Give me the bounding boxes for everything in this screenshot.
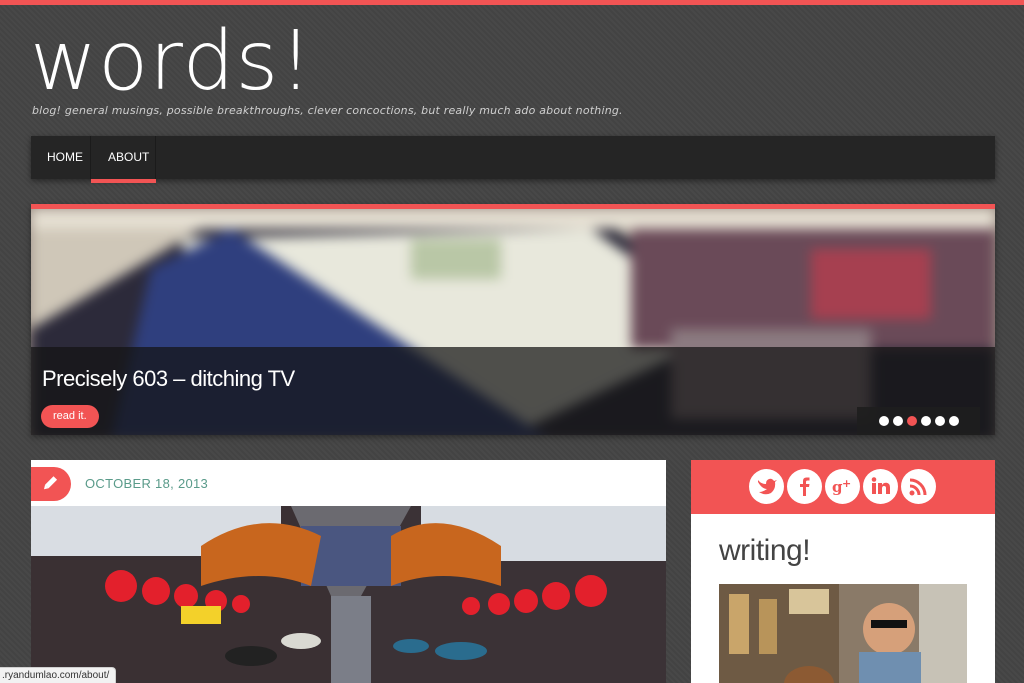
slider-pagination <box>857 407 980 435</box>
slider-dot[interactable] <box>879 416 889 426</box>
facebook-icon[interactable] <box>787 469 822 504</box>
widget-title: writing! <box>719 534 811 567</box>
pencil-icon <box>43 476 58 490</box>
slider-dot[interactable] <box>949 416 959 426</box>
widget-photo[interactable] <box>719 584 967 683</box>
top-accent-bar <box>0 0 1024 5</box>
read-it-button[interactable]: read it. <box>41 405 99 428</box>
slider-dot[interactable] <box>921 416 931 426</box>
site-title[interactable]: words! <box>30 16 313 108</box>
main-nav: Home About <box>31 136 995 179</box>
post-card: OCTOBER 18, 2013 <box>31 460 666 683</box>
social-links: g + <box>691 460 995 514</box>
site-tagline: blog! general musings, possible breakthr… <box>32 104 623 117</box>
linkedin-icon[interactable] <box>863 469 898 504</box>
svg-text:+: + <box>842 477 851 490</box>
twitter-icon[interactable] <box>749 469 784 504</box>
google-plus-icon[interactable]: g + <box>825 469 860 504</box>
slider-dot[interactable] <box>893 416 903 426</box>
slider-dot[interactable] <box>935 416 945 426</box>
slide-title[interactable]: Precisely 603 – ditching TV <box>42 366 295 392</box>
nav-item-about[interactable]: About <box>92 136 156 179</box>
status-bar-url: .ryandumlao.com/about/ <box>0 667 117 683</box>
post-date: OCTOBER 18, 2013 <box>85 476 209 491</box>
featured-slider[interactable]: Precisely 603 – ditching TV read it. <box>31 204 995 435</box>
slider-dot-active[interactable] <box>907 416 917 426</box>
post-featured-image[interactable] <box>31 506 666 683</box>
rss-icon[interactable] <box>901 469 936 504</box>
post-format-badge[interactable] <box>31 467 71 501</box>
nav-active-indicator <box>91 179 156 183</box>
sidebar-widget: g + writing! <box>691 460 995 683</box>
nav-item-home[interactable]: Home <box>31 136 91 179</box>
